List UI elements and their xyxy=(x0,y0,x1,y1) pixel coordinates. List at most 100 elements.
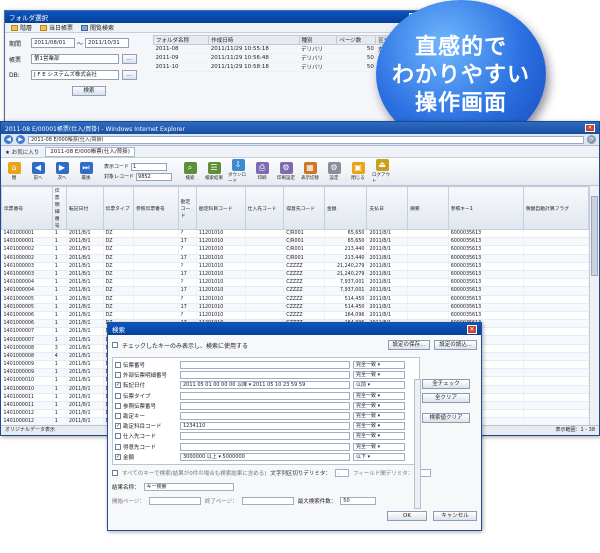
match-mode-select[interactable]: 完全一致 ▾ xyxy=(353,432,405,441)
ledger-browse-button[interactable]: ... xyxy=(122,54,138,64)
condition-checkbox[interactable] xyxy=(115,362,121,369)
browser-tab[interactable]: 2011-08 E/000帳票(仕入/買掛) xyxy=(45,146,135,157)
col-created[interactable]: 作成日時 xyxy=(208,35,300,45)
grid-column-header[interactable]: 伝票番号 xyxy=(1,186,53,230)
condition-value-input[interactable]: 3000000 以上 ▾ 5000000 xyxy=(180,452,350,461)
grid-column-header[interactable]: 伝票タイプ xyxy=(102,186,134,230)
ok-button[interactable]: OK xyxy=(387,510,427,521)
match-mode-select[interactable]: 以下 ▾ xyxy=(353,452,405,461)
table-row[interactable]: 1401000003 1 2011/8/1 DZ? 11201010 CZZZZ 21,24… xyxy=(1,262,589,271)
condition-checkbox[interactable]: ✓ xyxy=(115,423,121,430)
table-row[interactable]: 1401000001 1 2011/8/1 DZ? 11201010 C/R001 65,6… xyxy=(1,229,589,239)
condition-value-input[interactable] xyxy=(180,432,350,441)
refresh-icon[interactable]: ⟳ xyxy=(587,135,596,144)
browser-close-icon[interactable]: ✕ xyxy=(585,124,595,132)
grid-column-header[interactable]: 勘定科目コード xyxy=(195,186,246,230)
condition-checkbox[interactable] xyxy=(115,433,121,440)
condition-checkbox[interactable] xyxy=(115,372,121,379)
condition-scrollbar[interactable] xyxy=(414,379,421,509)
table-row[interactable]: 1401000004 1 2011/8/1 DZ 17 11201010 CZZZZ 7,93… xyxy=(1,286,589,296)
url-field[interactable]: 2011-08 E/000帳票(仕入/買掛) xyxy=(28,135,584,144)
condition-value-input[interactable]: 2011 05 01 00 00 00 以降 ▾ 2011 05 10 23 5… xyxy=(180,381,350,390)
grid-column-header[interactable]: 金額 xyxy=(323,186,368,230)
search-dialog-close-icon[interactable]: ✕ xyxy=(467,324,477,334)
checked-only-checkbox[interactable] xyxy=(112,342,118,348)
table-row[interactable]: 1401000006 1 2011/8/1 DZ? 11201010 CZZZZ 164,0… xyxy=(1,311,589,321)
ledger-field[interactable]: 第1営業部 xyxy=(31,54,119,64)
clear-values-button[interactable]: 検索値クリア xyxy=(422,413,470,423)
condition-value-input[interactable] xyxy=(180,412,350,421)
grid-column-header[interactable]: 摘要 xyxy=(407,186,449,230)
match-mode-select[interactable]: 完全一致 ▾ xyxy=(353,442,405,451)
match-mode-select[interactable]: 完全一致 ▾ xyxy=(353,412,405,421)
close-button[interactable]: ⌂ 閉 xyxy=(4,162,24,181)
table-row[interactable]: 1401000002 1 2011/8/1 DZ 17 11201010 C/R001 213… xyxy=(1,254,589,263)
table-row[interactable]: 1401000003 1 2011/8/1 DZ 17 11201010 CZZZZ 21,2… xyxy=(1,270,589,280)
col-folder-name[interactable]: フォルダ名称 xyxy=(152,35,210,45)
grid-column-header[interactable]: 参照キー1 xyxy=(447,186,524,230)
grid-column-header[interactable]: 仕入先コード xyxy=(244,186,285,230)
condition-value-input[interactable] xyxy=(180,401,350,410)
display-code-input[interactable]: 1 xyxy=(131,162,168,171)
match-mode-select[interactable]: 完全一致 ▾ xyxy=(353,361,405,370)
condition-value-input[interactable] xyxy=(180,391,350,400)
period-from-field[interactable]: 2011/08/01 xyxy=(31,38,75,48)
folder-dialog-titlebar[interactable]: フォルダ選択 ✕ xyxy=(5,11,423,23)
condition-checkbox[interactable] xyxy=(115,413,121,420)
match-mode-select[interactable]: 完全一致 ▾ xyxy=(353,371,405,380)
db-field[interactable]: J F E システムズ株式会社 xyxy=(31,70,119,80)
condition-checkbox[interactable] xyxy=(115,392,121,399)
end-page-input[interactable] xyxy=(241,496,294,505)
scrollbar-thumb[interactable] xyxy=(591,196,598,276)
search-results-button[interactable]: ☰ 検索結果 xyxy=(204,162,224,181)
all-check-button[interactable]: 全チェック xyxy=(422,379,470,389)
grid-column-header[interactable]: 参照伝票番号 xyxy=(132,186,179,230)
grid-column-header[interactable]: 得意先コード xyxy=(283,186,325,230)
search-dialog-titlebar[interactable]: 検索 ✕ xyxy=(108,323,481,335)
all-clear-button[interactable]: 全クリア xyxy=(422,393,470,403)
view-toggle-button[interactable]: ▦ 表示切替 xyxy=(300,162,320,181)
grid-column-header[interactable]: 税額自動計算フラグ xyxy=(522,186,589,230)
condition-checkbox[interactable]: ✓ xyxy=(115,453,121,460)
condition-checkbox[interactable] xyxy=(115,443,121,450)
condition-checkbox[interactable] xyxy=(115,402,121,409)
load-settings-button[interactable]: 設定の読込... xyxy=(434,340,477,350)
folder-search-button[interactable]: 検索 xyxy=(72,86,106,96)
save-settings-button[interactable]: 設定の保存... xyxy=(387,340,431,350)
table-row[interactable]: 1401000002 1 2011/8/1 DZ? 11201010 C/R001 213,… xyxy=(1,245,589,255)
col-type[interactable]: 種別 xyxy=(298,35,338,45)
start-page-input[interactable] xyxy=(148,496,201,505)
condition-checkbox[interactable]: ✓ xyxy=(115,382,121,389)
grid-column-header[interactable]: 伝票明細番号 xyxy=(51,186,67,230)
db-browse-button[interactable]: ... xyxy=(122,70,138,80)
settings-button[interactable]: ⚙ 設定 xyxy=(324,162,344,181)
browse-search-tab[interactable]: 閲覧検索 xyxy=(81,23,114,32)
col-pages[interactable]: ページ数 xyxy=(336,35,377,45)
last-button[interactable]: ⏭ 最後 xyxy=(76,162,96,181)
back-icon[interactable]: ◀ xyxy=(4,135,13,144)
condition-value-input[interactable] xyxy=(180,361,350,370)
grid-scrollbar[interactable] xyxy=(589,186,599,426)
max-results-input[interactable]: 50 xyxy=(340,496,377,505)
prev-button[interactable]: ◀ 前へ xyxy=(28,162,48,181)
grid-column-header[interactable]: 勘定コード xyxy=(177,186,197,230)
table-row[interactable]: 1401000005 1 2011/8/1 DZ 17 11201010 CZZZZ 514,… xyxy=(1,303,589,312)
next-button[interactable]: ▶ 次へ xyxy=(52,162,72,181)
today-ledger-tab[interactable]: 当日帳票 xyxy=(40,23,73,32)
browser-titlebar[interactable]: 2011-08 E/00001帳票(仕入/買掛) - Windows Inter… xyxy=(1,122,599,134)
table-row[interactable]: 1401000005 1 2011/8/1 DZ? 11201010 CZZZZ 514,4… xyxy=(1,295,589,304)
match-mode-select[interactable]: 以前 ▾ xyxy=(353,381,405,390)
close-window-button[interactable]: ▣ 閉じる xyxy=(348,162,368,181)
result-name-input[interactable]: キー検索 xyxy=(143,482,234,491)
condition-value-input[interactable]: 1234110 xyxy=(180,422,350,431)
period-to-field[interactable]: 2011/10/31 xyxy=(85,38,130,48)
favorites-link[interactable]: ★ お気に入り xyxy=(5,148,39,156)
delimiter-field[interactable]: , xyxy=(334,468,349,477)
search-button[interactable]: ⌕ 検索 xyxy=(180,162,200,181)
condition-value-input[interactable] xyxy=(180,371,350,380)
print-settings-button[interactable]: ⚙ 印刷設定 xyxy=(276,162,296,181)
table-row[interactable]: 1401000004 1 2011/8/1 DZ? 11201010 CZZZZ 7,937… xyxy=(1,278,589,288)
grid-column-header[interactable]: 転記日付 xyxy=(65,186,104,230)
grid-column-header[interactable]: 支払日 xyxy=(366,186,409,230)
logout-button[interactable]: ⏏ ログアウト xyxy=(372,159,392,184)
